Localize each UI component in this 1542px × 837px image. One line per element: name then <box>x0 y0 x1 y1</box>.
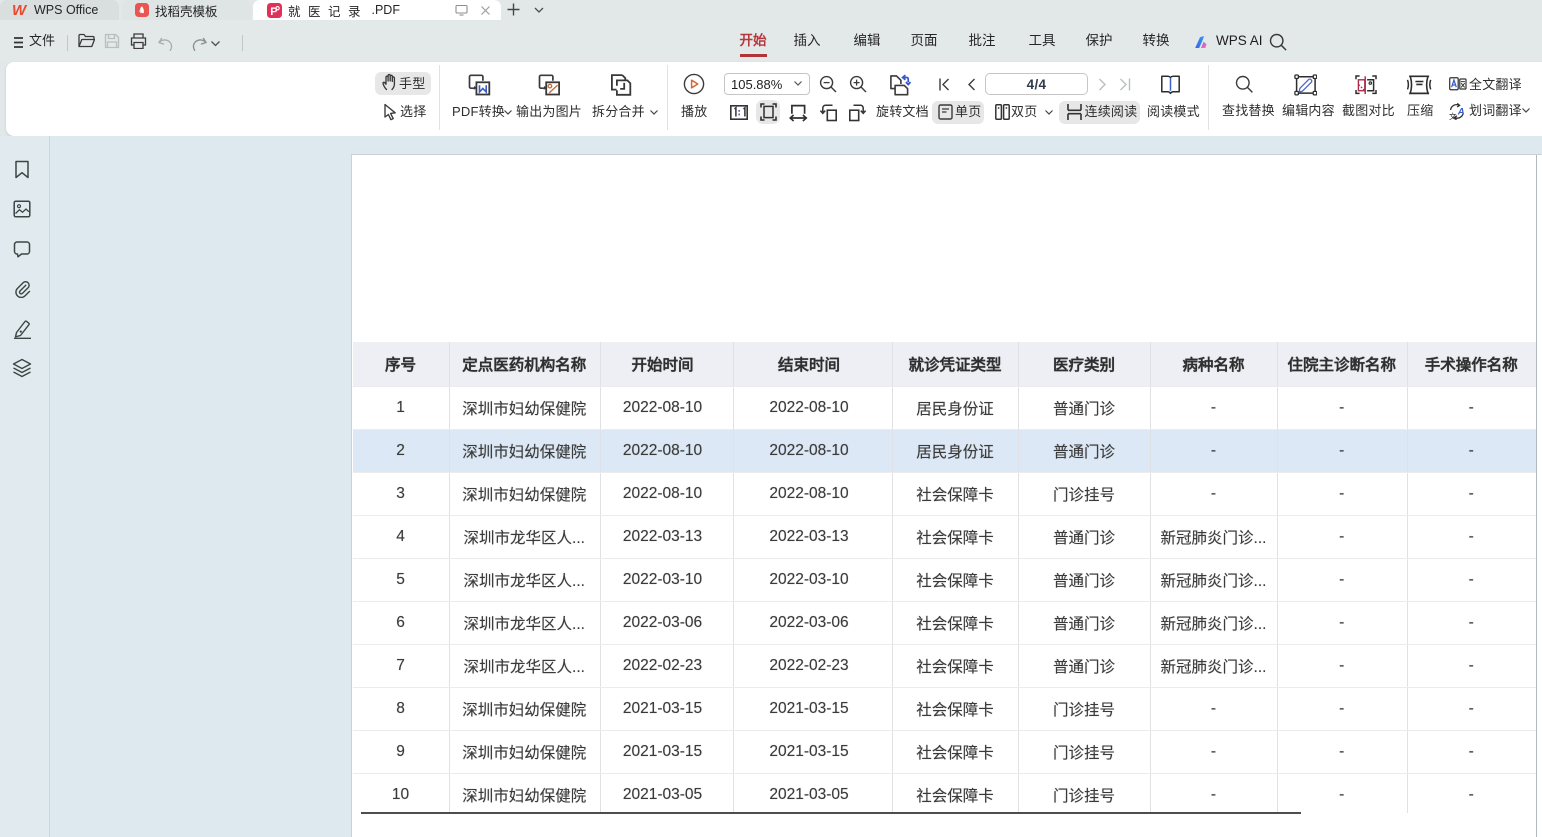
svg-text:A: A <box>1457 107 1465 118</box>
svg-text:文: 文 <box>1449 111 1457 120</box>
svg-text:W: W <box>12 3 28 17</box>
